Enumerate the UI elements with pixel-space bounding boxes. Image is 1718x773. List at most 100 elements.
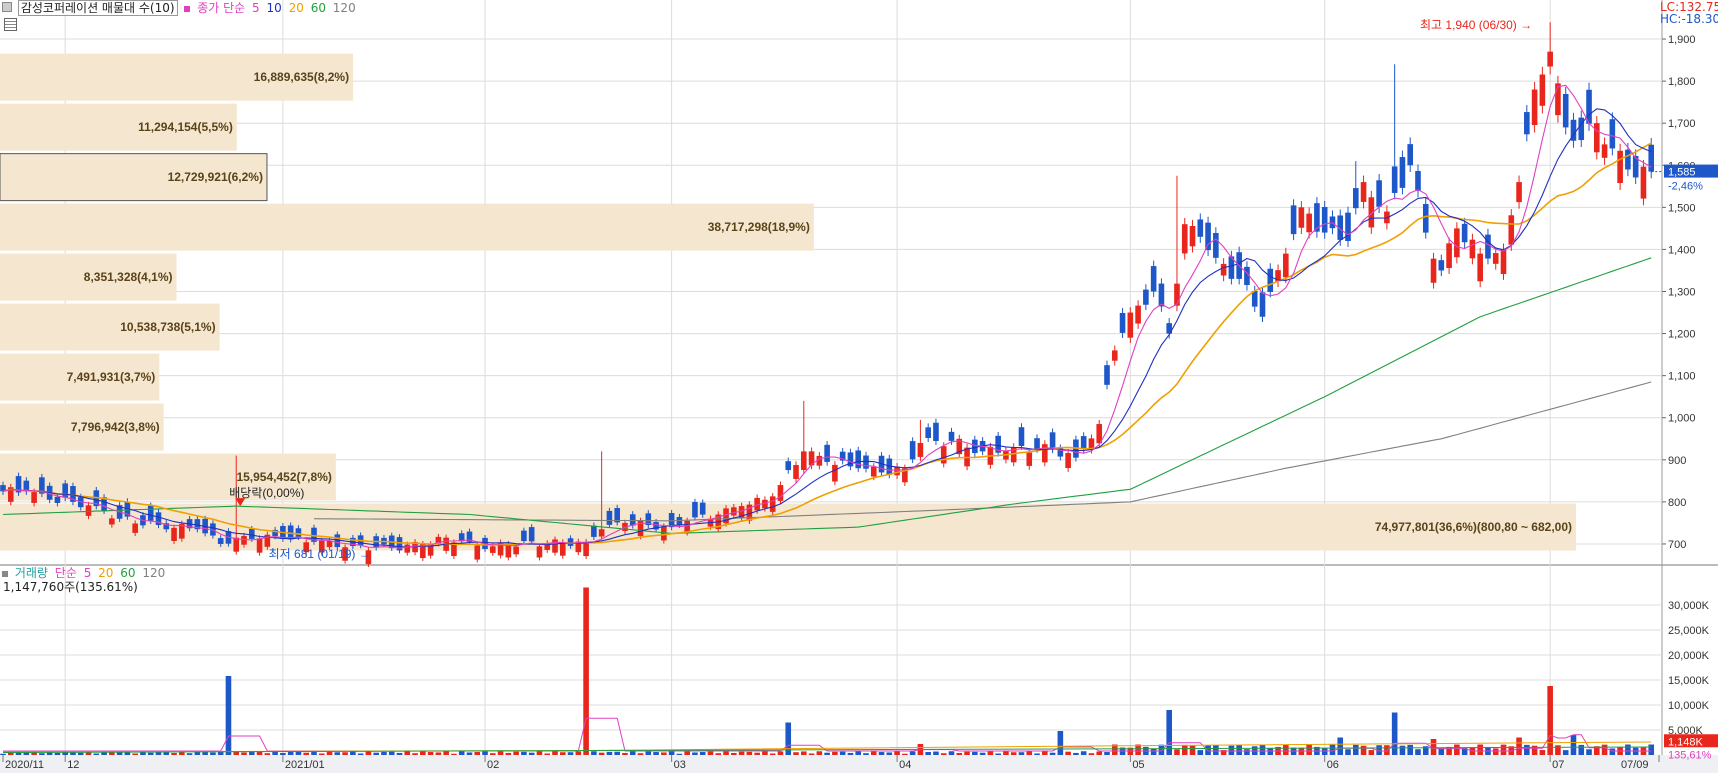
volume-bar xyxy=(824,752,830,755)
volume-profile-label: 7,491,931(3,7%) xyxy=(67,370,156,384)
volume-bar xyxy=(979,752,986,755)
volume-bar xyxy=(0,753,6,755)
volume-bar xyxy=(940,753,947,755)
volume-ma-60[interactable]: 60 xyxy=(120,566,135,580)
candle-body xyxy=(1415,170,1421,191)
volume-bar xyxy=(1415,749,1421,755)
volume-tick-label: 20,000K xyxy=(1668,650,1710,662)
volume-bar xyxy=(902,753,908,755)
volume-bar xyxy=(567,752,574,755)
ma-period-10[interactable]: 10 xyxy=(266,1,281,15)
candle-body xyxy=(1399,157,1406,188)
candle-body xyxy=(598,529,605,537)
candle-body xyxy=(217,538,224,544)
candle-body xyxy=(1609,119,1616,149)
candle-body xyxy=(1640,166,1647,199)
volume-profile-label: 74,977,801(36,6%)(800,80 ~ 682,00) xyxy=(1375,520,1572,534)
volume-bar xyxy=(280,752,286,755)
ma-label[interactable]: 종가 단순 xyxy=(197,1,245,15)
volume-bar xyxy=(1080,751,1087,755)
volume-profile-label: 16,889,635(8,2%) xyxy=(254,70,349,84)
volume-bar xyxy=(466,752,473,755)
candle-body xyxy=(940,446,947,464)
volume-bar xyxy=(350,751,356,755)
volume-bar xyxy=(295,751,302,755)
volume-bar xyxy=(731,752,737,755)
candle-body xyxy=(933,422,939,441)
volume-bar xyxy=(1150,748,1157,755)
volume-bar xyxy=(404,751,411,755)
price-title[interactable]: 감성코퍼레이션 매물대 수(10) xyxy=(17,0,178,16)
volume-profile-bar xyxy=(0,203,814,251)
volume-bar xyxy=(1539,750,1546,755)
volume-bar xyxy=(1228,745,1235,755)
volume-bar xyxy=(412,753,418,755)
volume-bar xyxy=(326,751,333,755)
volume-bar xyxy=(334,752,341,755)
candle-body xyxy=(824,444,830,462)
candle-body xyxy=(1492,253,1499,264)
volume-title[interactable]: 거래량 xyxy=(15,566,48,580)
candle-body xyxy=(1360,182,1367,202)
volume-bar xyxy=(645,751,652,755)
volume-bar xyxy=(1189,745,1196,755)
price-tick-label: 1,200 xyxy=(1668,329,1696,341)
volume-bar xyxy=(948,751,955,755)
volume-bar xyxy=(637,753,644,755)
volume-bar xyxy=(598,752,605,755)
volume-bar xyxy=(583,587,589,755)
volume-bar xyxy=(248,752,255,755)
ma-period-60[interactable]: 60 xyxy=(311,1,326,15)
volume-bar xyxy=(629,751,636,755)
price-panel-header: 감성코퍼레이션 매물대 수(10) 종가 단순 5 10 20 60 120 xyxy=(2,0,359,16)
candle-body xyxy=(1625,149,1631,170)
volume-bar xyxy=(132,753,138,755)
volume-bar xyxy=(490,753,496,755)
ma-period-5[interactable]: 5 xyxy=(252,1,260,15)
volume-profile-label: 10,538,738(5,1%) xyxy=(120,320,215,334)
volume-profile-label: 8,351,328(4,1%) xyxy=(84,270,173,284)
ma-period-20[interactable]: 20 xyxy=(289,1,304,15)
volume-bar xyxy=(793,752,799,755)
volume-bar xyxy=(1181,744,1188,755)
volume-bar xyxy=(762,751,768,755)
candle-body xyxy=(528,527,535,542)
volume-bar xyxy=(995,753,1001,755)
candle-body xyxy=(1508,215,1515,245)
candle-body xyxy=(1524,112,1530,135)
volume-ma-5[interactable]: 5 xyxy=(84,566,92,580)
volume-bar xyxy=(1578,744,1585,755)
volume-bar xyxy=(839,751,846,755)
candle-body xyxy=(1617,150,1623,184)
ma-period-120[interactable]: 120 xyxy=(333,1,356,15)
price-tick-label: 1,800 xyxy=(1668,76,1696,88)
volume-bar xyxy=(342,752,348,755)
volume-ma-20[interactable]: 20 xyxy=(98,566,113,580)
stock-chart[interactable]: 700 800 900 1,000 1,100 1,200 1,300 1,400 1,500 1… xyxy=(0,0,1718,773)
volume-bar xyxy=(388,751,395,755)
volume-bar xyxy=(109,752,115,755)
volume-bar xyxy=(1003,751,1009,755)
candle-body xyxy=(1049,432,1056,450)
volume-ma-120[interactable]: 120 xyxy=(142,566,165,580)
volume-profile-label: 7,796,942(3,8%) xyxy=(71,420,160,434)
volume-bar xyxy=(606,751,613,755)
volume-bar xyxy=(1454,744,1460,755)
volume-bar xyxy=(54,752,61,755)
candle-body xyxy=(917,442,924,457)
volume-bar xyxy=(1010,752,1017,755)
settings-icon[interactable] xyxy=(2,2,12,12)
volume-marker-icon xyxy=(2,571,8,577)
volume-bar xyxy=(210,752,216,755)
low-annotation: 최저 681 (01/19) → xyxy=(269,547,371,561)
candle-body xyxy=(1197,219,1204,237)
volume-bar xyxy=(116,752,123,755)
candle-body xyxy=(1594,123,1600,153)
grid-toggle-icon[interactable] xyxy=(4,18,17,31)
volume-bar xyxy=(1500,744,1507,755)
price-tick-label: 1,400 xyxy=(1668,244,1696,256)
candle-body xyxy=(769,496,776,512)
candle-body xyxy=(1422,204,1429,233)
volume-ma-label[interactable]: 단순 xyxy=(55,566,77,580)
ma-marker-icon xyxy=(184,6,191,12)
